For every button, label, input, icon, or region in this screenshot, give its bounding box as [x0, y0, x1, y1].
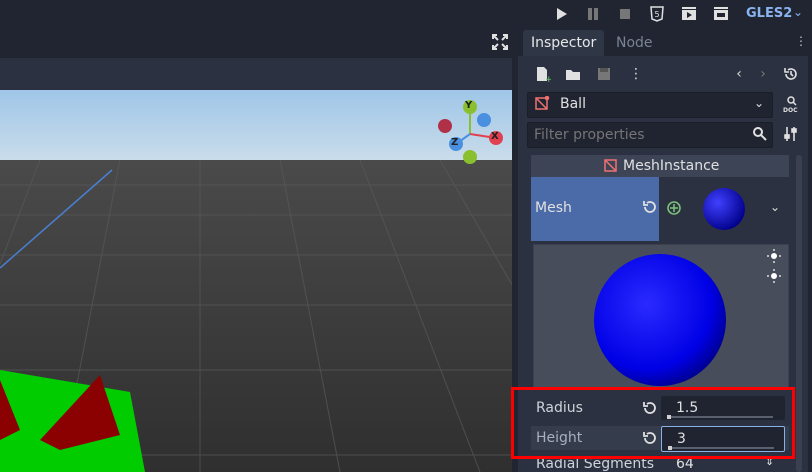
light-1-icon[interactable]	[767, 248, 781, 263]
mesh-label: Mesh	[535, 200, 572, 216]
history-back-icon[interactable]: ‹	[730, 65, 748, 83]
chevron-down-icon[interactable]: ⌄	[770, 200, 780, 214]
viewport-header	[0, 28, 512, 58]
stop-icon[interactable]	[617, 6, 633, 22]
class-header: MeshInstance	[531, 155, 789, 177]
object-menu-icon[interactable]: ⋮	[627, 65, 645, 83]
gizmo-z-label: Z	[451, 137, 459, 148]
class-name: MeshInstance	[623, 158, 720, 174]
object-selector[interactable]: Ball ⌄	[527, 92, 773, 118]
revert-icon[interactable]	[641, 199, 657, 215]
history-forward-icon[interactable]: ›	[754, 65, 772, 83]
new-resource-icon[interactable]: +	[533, 65, 553, 85]
play-custom-scene-icon[interactable]	[713, 6, 729, 22]
pause-icon[interactable]	[585, 6, 601, 22]
radial-segments-row: Radial Segments 64 ⇕	[531, 458, 789, 472]
save-icon[interactable]	[595, 65, 613, 83]
tab-node[interactable]: Node	[608, 30, 661, 56]
play-scene-icon[interactable]	[681, 6, 697, 22]
top-bar: 5 GLES2 ⌄	[0, 0, 812, 28]
documentation-icon[interactable]: DOC	[782, 95, 800, 114]
mesh-thumbnail[interactable]	[702, 187, 746, 231]
mesh-instance-icon	[603, 158, 619, 174]
search-icon	[752, 126, 768, 142]
dock-menu-icon[interactable]: ⋮	[795, 34, 807, 48]
orientation-gizmo[interactable]: Y X Z	[434, 98, 506, 170]
open-folder-icon[interactable]	[564, 65, 582, 83]
fullscreen-icon[interactable]	[492, 34, 508, 50]
chevron-down-icon: ⌄	[754, 96, 765, 110]
gizmo-y-label: Y	[465, 100, 473, 111]
radial-segments-label: Radial Segments	[536, 458, 654, 472]
object-name: Ball	[560, 96, 586, 112]
filter-properties-field[interactable]	[527, 122, 773, 148]
svg-text:5: 5	[654, 10, 659, 19]
renderer-dropdown[interactable]: GLES2	[746, 6, 792, 21]
highlight-box	[511, 387, 795, 459]
radial-segments-value[interactable]: 64	[676, 458, 694, 472]
inspector-scrollbar[interactable]	[796, 155, 802, 472]
property-settings-icon[interactable]	[782, 125, 800, 143]
mesh-preview	[533, 244, 789, 389]
mesh-instance-icon	[534, 95, 550, 112]
history-icon[interactable]	[782, 65, 800, 83]
chevron-down-icon: ⌄	[793, 5, 804, 19]
spinner-arrows-icon[interactable]: ⇕	[765, 458, 774, 468]
3d-viewport[interactable]: Y X Z	[0, 90, 512, 472]
html5-icon[interactable]: 5	[649, 6, 665, 22]
light-2-icon[interactable]	[767, 268, 781, 283]
svg-text:DOC: DOC	[783, 107, 798, 113]
add-icon[interactable]	[666, 200, 682, 216]
filter-input[interactable]	[532, 125, 746, 145]
play-icon[interactable]	[553, 6, 569, 22]
mesh-label-cell: Mesh	[531, 177, 659, 241]
gizmo-x-label: X	[491, 131, 499, 142]
tab-inspector[interactable]: Inspector	[523, 30, 605, 56]
svg-text:+: +	[545, 75, 551, 83]
